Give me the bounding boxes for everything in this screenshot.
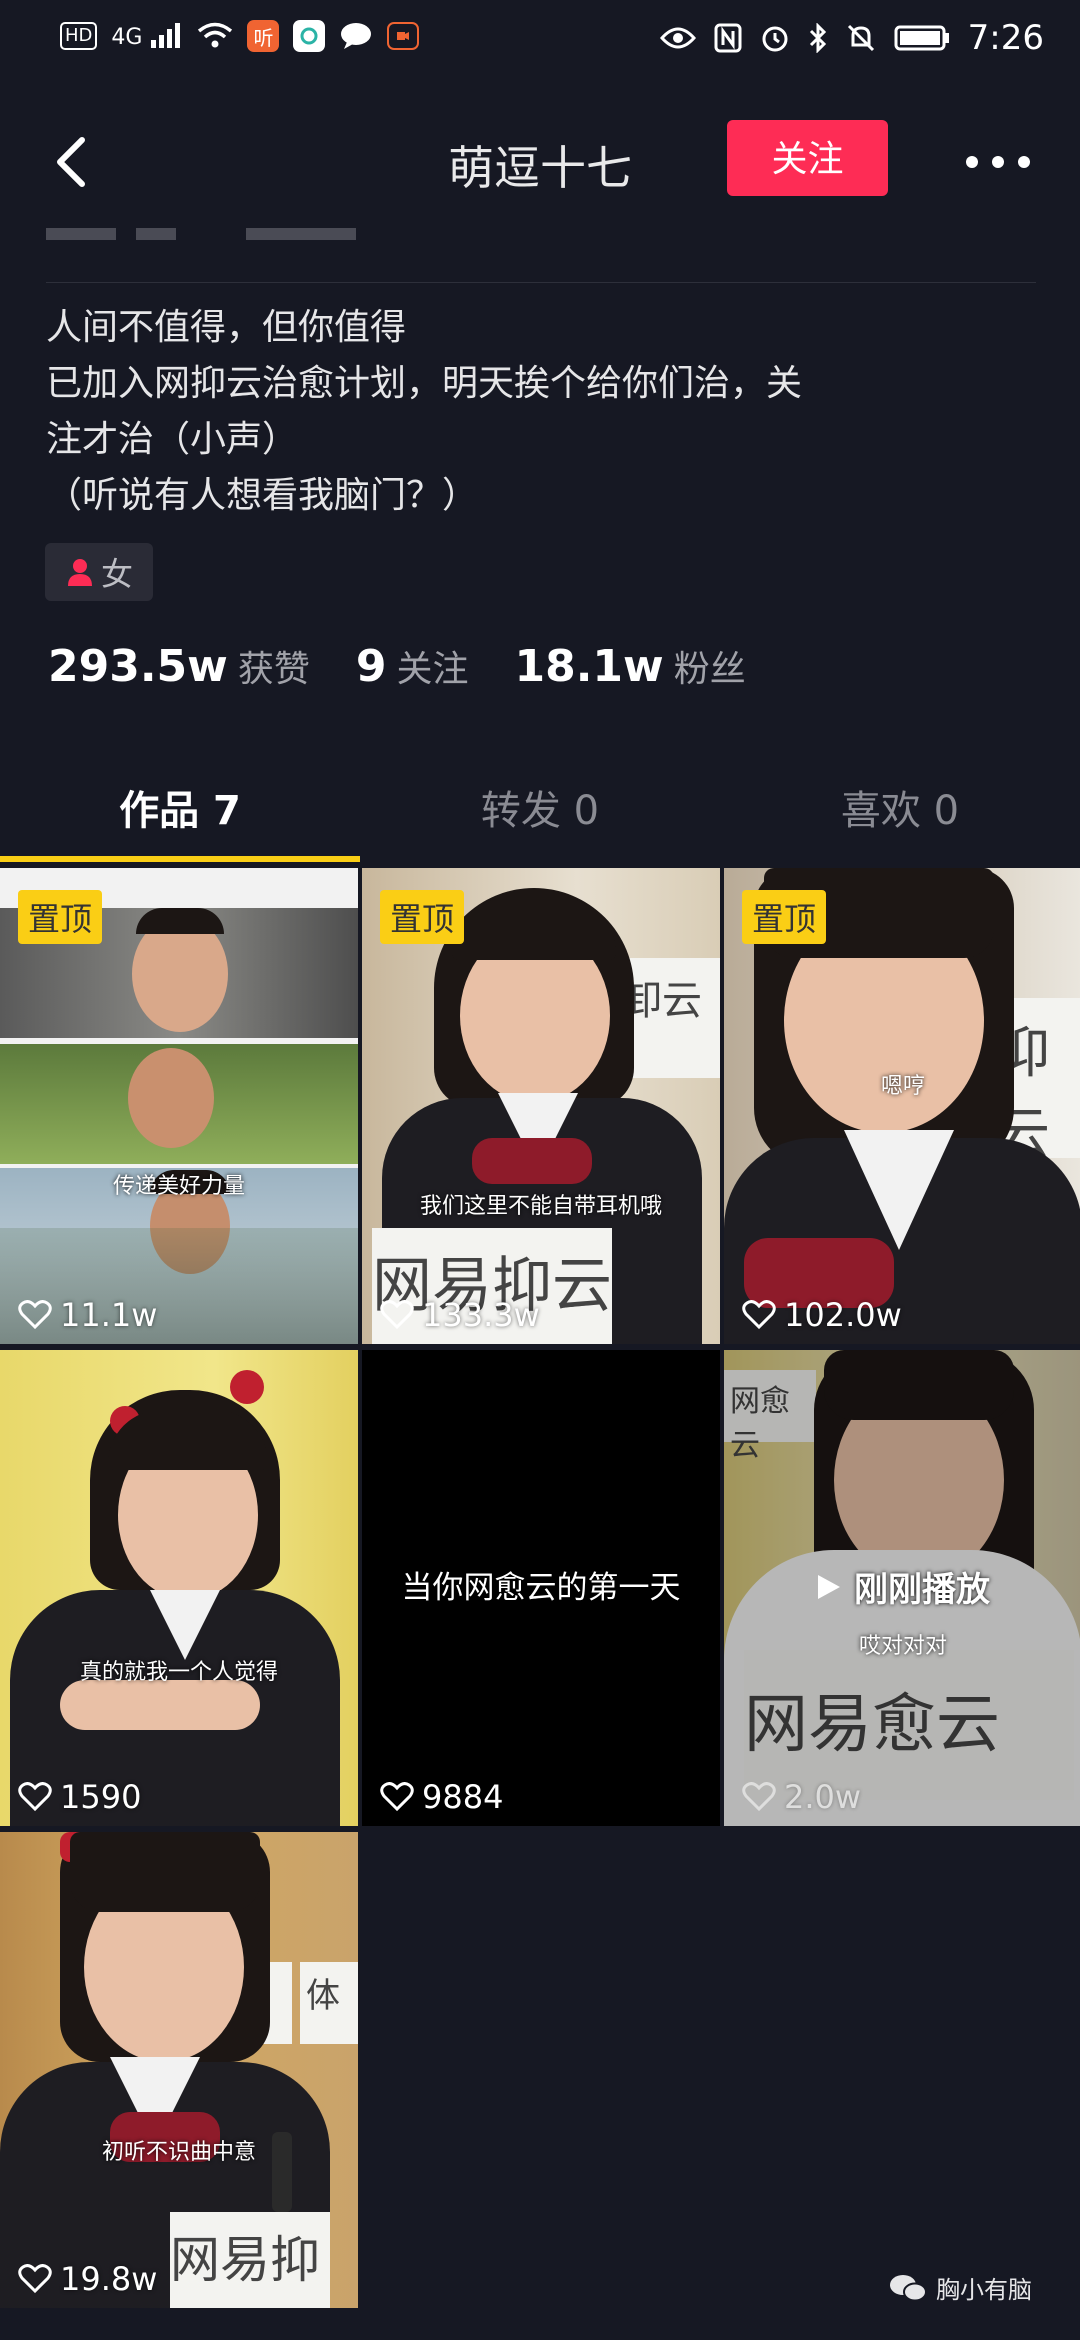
likes-label: 获赞 <box>237 649 310 690</box>
video-thumbnail[interactable]: 网愈云 网易愈云 刚刚播放 哎对对对 2.0w <box>724 1350 1080 1826</box>
video-caption: 初听不识曲中意 <box>101 2140 256 2165</box>
bio-line: 已加入网抑云治愈计划，明天挨个给你们治，关 <box>46 363 803 404</box>
video-app-icon <box>387 22 420 50</box>
tab-reposts[interactable]: 转发 0 <box>360 778 720 836</box>
like-count: 19.8w <box>18 2260 157 2298</box>
video-thumbnail[interactable]: 云 体 网易抑 初听不识曲中意 19.8w <box>0 1832 358 2308</box>
video-caption: 哎对对对 <box>858 1634 947 1659</box>
gender-tag: 女 <box>45 543 153 601</box>
bio-line: （听说有人想看我脑门？） <box>46 475 479 516</box>
source-watermark: 胸小有脑 <box>888 2270 1032 2305</box>
followers-label[interactable]: 粉丝 <box>674 640 746 692</box>
like-count: 102.0w <box>742 1296 902 1334</box>
video-thumbnail[interactable]: 抑云 置顶 嗯哼 102.0w <box>724 868 1080 1344</box>
divider <box>46 282 1036 283</box>
video-thumbnail[interactable]: 卸云 网易抑云 置顶 我们这里不能自带耳机哦 133.3w <box>362 868 720 1344</box>
more-dots-icon <box>966 156 1030 168</box>
hd-icon: HD <box>60 22 98 50</box>
chat-app-icon <box>341 23 372 49</box>
bio-line: 人间不值得，但你值得 <box>46 307 407 348</box>
like-count: 133.3w <box>380 1296 540 1334</box>
profile-tabs: 作品 7 转发 0 喜欢 0 <box>0 760 1080 860</box>
scrolled-text-remnant <box>46 228 1036 244</box>
tab-works[interactable]: 作品 7 <box>0 778 360 836</box>
video-caption: 我们这里不能自带耳机哦 <box>419 1194 662 1219</box>
sign-paper: 网易抑 <box>170 2212 330 2308</box>
recently-played-badge: 刚刚播放 <box>724 1562 1080 1611</box>
likes-count: 293.5w <box>48 641 228 692</box>
pinned-badge: 置顶 <box>742 890 827 944</box>
4g-signal-icon: 4G <box>111 22 183 50</box>
alarm-icon <box>762 26 788 52</box>
like-count: 2.0w <box>742 1778 861 1816</box>
gender-label: 女 <box>100 555 133 593</box>
video-caption: 传递美好力量 <box>112 1174 245 1199</box>
profile-stats: 293.5w 获赞 9 关注 18.1w 粉丝 <box>48 640 792 692</box>
play-icon <box>818 1574 840 1599</box>
like-count: 9884 <box>380 1778 503 1816</box>
status-time: 7:26 <box>967 18 1044 58</box>
video-caption: 真的就我一个人觉得 <box>79 1660 278 1685</box>
video-thumbnail[interactable]: 当你网愈云的第一天 9884 <box>362 1350 720 1826</box>
mute-bell-icon <box>847 24 874 52</box>
battery-icon <box>894 25 949 51</box>
bio-line: 注才治（小声） <box>46 419 299 460</box>
heart-icon <box>18 1300 52 1330</box>
tab-liked[interactable]: 喜欢 0 <box>720 778 1080 836</box>
video-thumbnail[interactable]: 真的就我一个人觉得 1590 <box>0 1350 358 1826</box>
pinned-badge: 置顶 <box>18 890 103 944</box>
page-title: 萌逗十七 <box>448 141 632 195</box>
female-user-icon <box>67 559 92 586</box>
refresh-app-icon <box>293 20 326 52</box>
video-title-text: 当你网愈云的第一天 <box>401 1570 681 1606</box>
wifi-icon <box>198 22 233 48</box>
status-bar: HD 4G 听 7:26 <box>0 0 1080 82</box>
video-thumbnail[interactable]: 置顶 传递美好力量 11.1w <box>0 868 358 1344</box>
like-count: 1590 <box>18 1778 141 1816</box>
heart-icon <box>742 1782 776 1812</box>
heart-icon <box>18 2264 52 2294</box>
profile-bio: 人间不值得，但你值得 已加入网抑云治愈计划，明天挨个给你们治，关 注才治（小声）… <box>46 300 1046 524</box>
heart-icon <box>380 1300 414 1330</box>
bluetooth-icon <box>809 23 826 53</box>
nfc-icon <box>714 23 742 53</box>
eye-icon <box>659 27 696 49</box>
heart-icon <box>742 1300 776 1330</box>
ting-app-icon: 听 <box>247 20 280 52</box>
following-label[interactable]: 关注 <box>396 640 468 692</box>
active-tab-indicator <box>0 856 360 862</box>
heart-icon <box>380 1782 414 1812</box>
wechat-icon <box>890 2274 927 2301</box>
top-nav-bar: 萌逗十七 关注 <box>0 112 1080 212</box>
follow-button[interactable]: 关注 <box>727 120 888 196</box>
video-caption: 嗯哼 <box>880 1074 925 1099</box>
following-count[interactable]: 9 <box>356 641 387 692</box>
pinned-badge: 置顶 <box>380 890 465 944</box>
like-count: 11.1w <box>18 1296 157 1334</box>
more-button[interactable] <box>958 132 1038 192</box>
followers-count[interactable]: 18.1w <box>514 641 663 692</box>
heart-icon <box>18 1782 52 1812</box>
